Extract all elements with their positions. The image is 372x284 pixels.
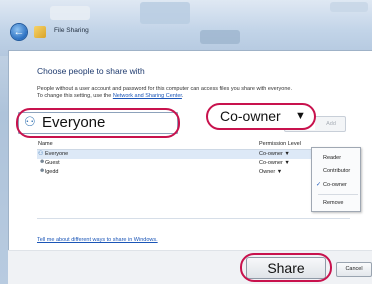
help-link[interactable]: Tell me about different ways to share in… xyxy=(37,237,158,243)
description-suffix: . xyxy=(181,93,184,99)
window-title: File Sharing xyxy=(54,27,89,34)
menu-item-reader[interactable]: Reader xyxy=(323,155,341,161)
menu-item-co-owner[interactable]: Co-owner xyxy=(323,182,347,188)
column-header-permission[interactable]: Permission Level xyxy=(259,141,301,147)
column-header-name[interactable]: Name xyxy=(38,141,53,147)
menu-item-remove[interactable]: Remove xyxy=(323,200,343,206)
list-bottom-divider xyxy=(37,218,350,219)
dialog-heading: Choose people to share with xyxy=(37,66,145,76)
folder-share-icon xyxy=(34,26,46,38)
description-line-1: People without a user account and passwo… xyxy=(37,86,292,92)
background-tile xyxy=(50,6,90,20)
highlight-ring xyxy=(16,108,180,138)
highlight-ring xyxy=(206,103,316,130)
background-tile xyxy=(200,30,240,44)
dialog-description: People without a user account and passwo… xyxy=(37,86,367,100)
add-button-label: Add xyxy=(326,121,336,127)
table-row-selected xyxy=(37,150,350,159)
background-tile xyxy=(330,2,368,12)
highlight-ring xyxy=(240,253,332,282)
cancel-button[interactable]: Cancel xyxy=(336,262,372,277)
back-arrow-icon[interactable]: ← xyxy=(11,24,27,40)
table-row-name[interactable]: lgedd xyxy=(45,169,58,175)
menu-separator xyxy=(318,194,358,195)
table-row-name[interactable]: Everyone xyxy=(45,151,68,157)
network-sharing-center-link[interactable]: Network and Sharing Center xyxy=(113,93,182,99)
background-tile xyxy=(140,2,190,24)
table-row-permission[interactable]: Owner ▼ xyxy=(259,169,282,175)
description-line-2: To change this setting, use the Network … xyxy=(37,93,367,100)
description-prefix: To change this setting, use the xyxy=(37,93,113,99)
table-row-name[interactable]: Guest xyxy=(45,160,60,166)
group-icon: ⚇ xyxy=(38,151,44,157)
table-row-permission[interactable]: Co-owner ▼ xyxy=(259,151,290,157)
checkmark-icon: ✓ xyxy=(316,182,322,188)
menu-item-contributor[interactable]: Contributor xyxy=(323,168,350,174)
table-row-permission[interactable]: Co-owner ▼ xyxy=(259,160,290,166)
